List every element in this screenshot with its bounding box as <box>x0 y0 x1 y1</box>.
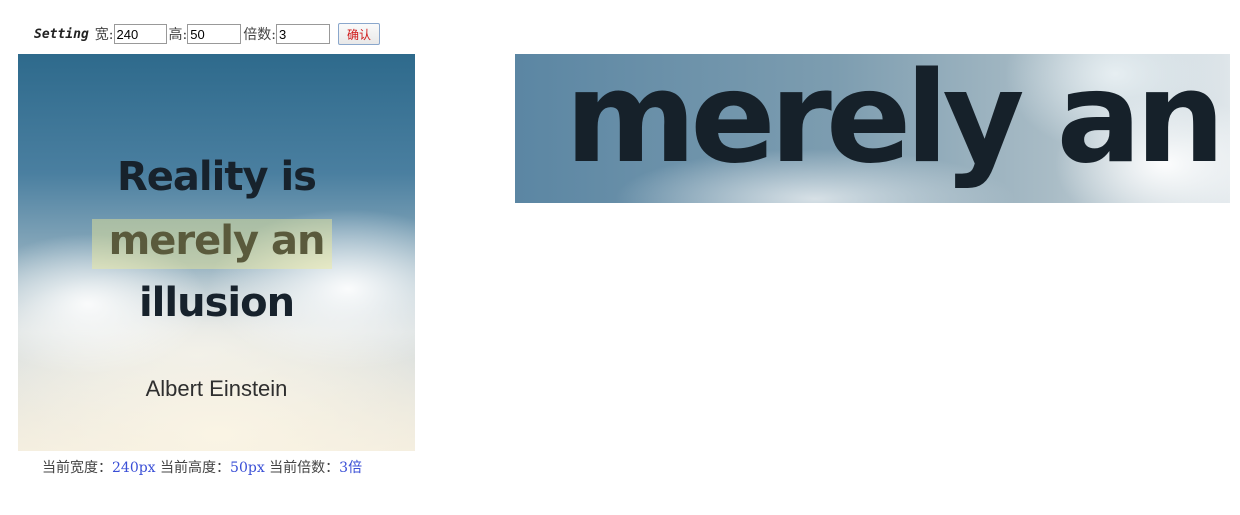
multiplier-label: 倍数: <box>243 27 276 43</box>
zoom-preview: merely an <box>515 54 1230 203</box>
status-line: 当前宽度：240px 当前高度：50px 当前倍数：3倍 <box>42 457 362 477</box>
height-label: 高: <box>168 27 188 43</box>
status-height-label: 当前高度： <box>155 460 231 476</box>
confirm-button[interactable]: 确认 <box>337 23 380 45</box>
quote-line-2: merely an <box>108 218 326 264</box>
quote-line-3: illusion <box>138 280 295 326</box>
width-label: 宽: <box>94 27 114 43</box>
width-input[interactable] <box>113 24 167 44</box>
quote-line-1: Reality is <box>117 154 317 200</box>
zoom-preview-text: merely an <box>565 54 1225 191</box>
height-input[interactable] <box>187 24 242 44</box>
quote-author: Albert Einstein <box>145 376 288 401</box>
status-width-label: 当前宽度： <box>42 460 112 476</box>
source-image[interactable]: Reality is merely an illusion Albert Ein… <box>18 54 415 451</box>
settings-bar: Setting 宽: 高: 倍数: 确认 <box>34 22 380 46</box>
setting-title: Setting <box>34 26 89 42</box>
page-root: Setting 宽: 高: 倍数: 确认 Reality is merely a… <box>0 0 1240 515</box>
status-multiplier-label: 当前倍数： <box>264 460 340 476</box>
status-height-value: 50px <box>230 460 265 476</box>
status-width-value: 240px <box>112 460 156 476</box>
multiplier-input[interactable] <box>275 24 330 44</box>
status-multiplier-value: 3倍 <box>339 460 363 476</box>
